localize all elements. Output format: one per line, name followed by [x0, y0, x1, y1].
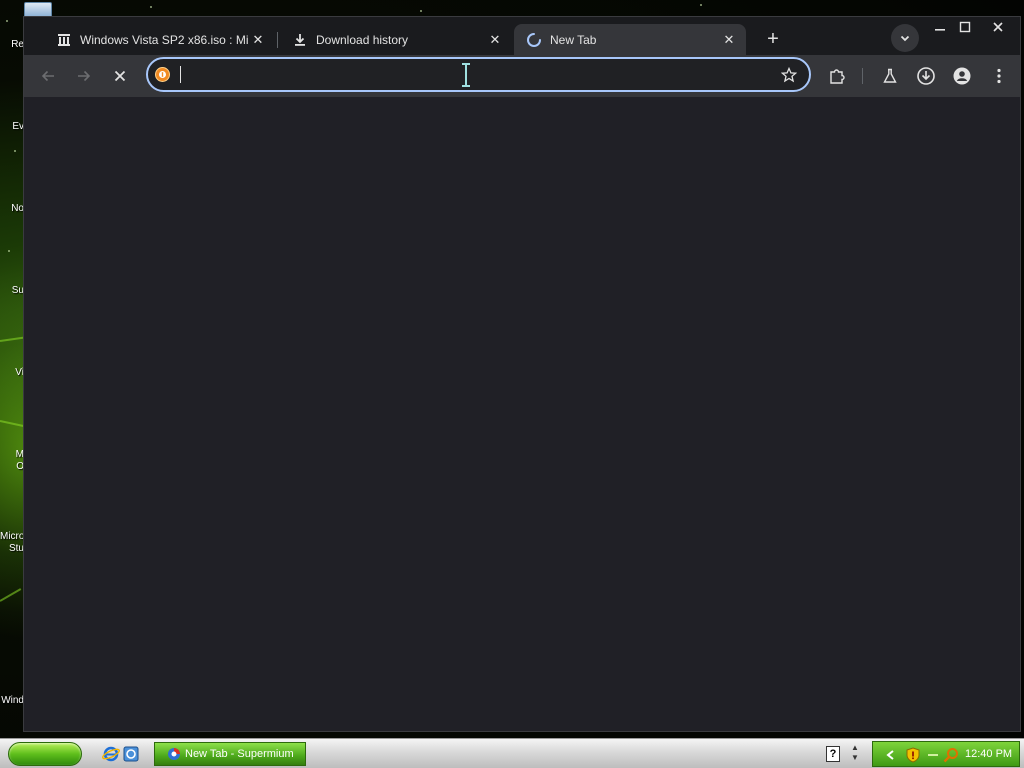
browser-toolbar: [24, 55, 1020, 97]
browser-window: Windows Vista SP2 x86.iso : Micro ✕ Down…: [23, 16, 1021, 732]
page-content: [24, 97, 1020, 731]
wallpaper-star: [420, 10, 422, 12]
downloads-button[interactable]: [910, 60, 942, 92]
toolbar-separator: [862, 68, 863, 84]
search-icon[interactable]: [943, 747, 959, 763]
text-caret: [180, 66, 181, 83]
desktop-icon-label[interactable]: No: [0, 203, 24, 214]
wallpaper-star: [14, 150, 16, 152]
tab-title: Windows Vista SP2 x86.iso : Micro: [80, 32, 249, 47]
internet-explorer-icon[interactable]: [102, 745, 120, 763]
start-button[interactable]: [8, 742, 82, 766]
wallpaper-star: [700, 4, 702, 6]
address-bar[interactable]: [146, 57, 811, 92]
desktop-icon-label[interactable]: Micro: [0, 531, 24, 542]
tab-download-history[interactable]: Download history ✕: [280, 24, 512, 55]
profile-button[interactable]: [946, 60, 978, 92]
bookmark-star-icon[interactable]: [779, 65, 799, 85]
close-icon: [992, 21, 1003, 32]
site-info-icon[interactable]: [155, 67, 170, 82]
wallpaper-star: [6, 20, 8, 22]
archive-org-icon: [56, 32, 72, 48]
tab-archive-iso[interactable]: Windows Vista SP2 x86.iso : Micro ✕: [44, 24, 275, 55]
new-tab-button[interactable]: +: [760, 26, 786, 52]
address-input[interactable]: [178, 63, 768, 86]
help-icon[interactable]: ?: [826, 746, 840, 762]
desktop-icon-label[interactable]: O: [0, 461, 24, 472]
back-button[interactable]: [32, 60, 64, 92]
taskbar-window-button[interactable]: New Tab - Supermium: [154, 742, 306, 766]
stop-loading-button[interactable]: [104, 60, 136, 92]
minimize-icon: [934, 28, 945, 31]
maximize-icon: [959, 21, 970, 32]
tab-title: Download history: [316, 32, 409, 47]
forward-button[interactable]: [68, 60, 100, 92]
tray-expand-icon[interactable]: [883, 747, 899, 763]
desktop-icon-label[interactable]: Re: [0, 39, 24, 50]
system-tray: 12:40 PM: [872, 741, 1020, 767]
wallpaper-star: [150, 6, 152, 8]
taskbar: New Tab - Supermium ? ▲ ▼ 12:40 PM: [0, 738, 1024, 768]
desktop-icon-label[interactable]: Su: [0, 285, 24, 296]
desktop-icon-label[interactable]: Stu: [0, 543, 24, 554]
taskbar-clock[interactable]: 12:40 PM: [965, 748, 1012, 760]
loading-spinner-icon: [526, 32, 542, 48]
tab-search-button[interactable]: [891, 24, 919, 52]
menu-button[interactable]: [983, 60, 1015, 92]
labs-button[interactable]: [874, 60, 906, 92]
kebab-menu-icon: [997, 68, 1001, 84]
ibeam-cursor-icon: [461, 63, 471, 87]
close-tab-icon[interactable]: ✕: [249, 31, 267, 49]
desktop-icon-label[interactable]: Wind: [0, 695, 24, 706]
quick-launch-browser-icon[interactable]: [122, 745, 140, 763]
desktop-icon-label[interactable]: Ev: [0, 121, 24, 132]
close-tab-icon[interactable]: ✕: [486, 31, 504, 49]
close-window-button[interactable]: [983, 17, 1012, 36]
maximize-button[interactable]: [950, 17, 979, 36]
arrow-left-icon: [41, 70, 54, 82]
download-icon: [292, 32, 308, 48]
tab-strip: Windows Vista SP2 x86.iso : Micro ✕ Down…: [24, 17, 1020, 55]
tab-separator: [277, 32, 278, 48]
extensions-button[interactable]: [821, 60, 853, 92]
avatar-icon: [953, 67, 971, 85]
arrow-right-icon: [78, 70, 91, 82]
tab-new-tab[interactable]: New Tab ✕: [514, 24, 746, 55]
taskbar-window-title: New Tab - Supermium: [185, 748, 294, 760]
security-shield-icon[interactable]: [905, 747, 921, 763]
puzzle-piece-icon: [830, 69, 845, 84]
desktop-icon-label[interactable]: M: [0, 449, 24, 460]
desktop-icon-label[interactable]: Vi: [0, 367, 24, 378]
tab-title: New Tab: [550, 32, 597, 47]
flask-icon: [883, 68, 897, 83]
close-icon: [114, 70, 126, 82]
supermium-icon: [167, 747, 181, 761]
chevron-down-icon: [900, 35, 910, 42]
tray-scroll-arrows-icon[interactable]: ▲ ▼: [850, 743, 860, 765]
wallpaper-star: [8, 250, 10, 252]
download-circle-icon: [917, 67, 935, 85]
close-tab-icon[interactable]: ✕: [720, 31, 738, 49]
network-icon[interactable]: [925, 747, 941, 763]
